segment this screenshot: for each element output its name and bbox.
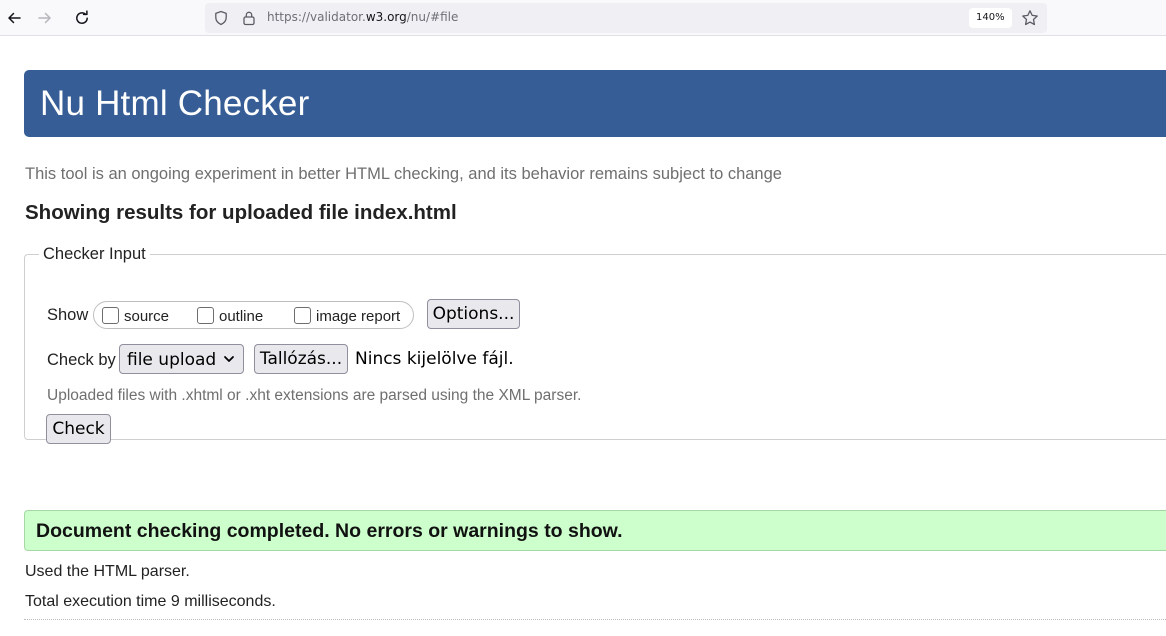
show-options-group: source outline image report	[93, 301, 414, 329]
url-prefix: https://validator.	[267, 10, 366, 24]
url-host: w3.org	[365, 10, 407, 24]
image-report-checkbox[interactable]	[294, 307, 311, 324]
url-suffix: /nu/#file	[406, 10, 459, 24]
forward-arrow-icon[interactable]	[31, 4, 59, 32]
file-status-text: Nincs kijelölve fájl.	[355, 349, 514, 369]
lock-icon[interactable]	[239, 8, 259, 28]
show-label: Show	[47, 306, 89, 324]
page-title: Nu Html Checker	[40, 84, 310, 123]
reload-icon[interactable]	[68, 4, 96, 32]
url-text[interactable]: https://validator.w3.org/nu/#file	[267, 10, 458, 24]
browser-toolbar: https://validator.w3.org/nu/#file 140%	[0, 0, 1166, 36]
divider	[24, 619, 1166, 620]
check-by-selected-value: file upload	[127, 350, 217, 370]
shield-icon[interactable]	[211, 8, 231, 28]
address-bar[interactable]: https://validator.w3.org/nu/#file 140%	[205, 3, 1047, 33]
checker-input-legend: Checker Input	[43, 245, 146, 263]
source-checkbox-label[interactable]: source	[124, 308, 169, 325]
options-button[interactable]: Options...	[427, 299, 520, 329]
success-message: Document checking completed. No errors o…	[36, 520, 623, 542]
source-checkbox[interactable]	[102, 307, 119, 324]
outline-checkbox-label[interactable]: outline	[219, 308, 263, 325]
check-by-select[interactable]: file upload	[119, 344, 244, 374]
check-by-label: Check by	[47, 351, 116, 369]
header-banner: Nu Html Checker	[24, 70, 1166, 137]
chevron-down-icon	[224, 356, 234, 362]
results-heading: Showing results for uploaded file index.…	[25, 201, 457, 224]
success-message-box: Document checking completed. No errors o…	[24, 510, 1166, 551]
browse-button[interactable]: Tallózás...	[254, 344, 348, 374]
parser-info: Used the HTML parser.	[25, 563, 190, 580]
tagline: This tool is an ongoing experiment in be…	[25, 165, 782, 183]
execution-time: Total execution time 9 milliseconds.	[25, 593, 276, 610]
checker-input-fieldset: Checker Input Show source outline image …	[24, 245, 1166, 444]
image-report-checkbox-label[interactable]: image report	[316, 308, 400, 325]
star-icon[interactable]	[1020, 8, 1040, 28]
zoom-level-badge[interactable]: 140%	[969, 8, 1012, 28]
outline-checkbox[interactable]	[197, 307, 214, 324]
xml-parser-note: Uploaded files with .xhtml or .xht exten…	[47, 387, 582, 404]
check-button[interactable]: Check	[46, 414, 111, 444]
back-arrow-icon[interactable]	[0, 4, 28, 32]
